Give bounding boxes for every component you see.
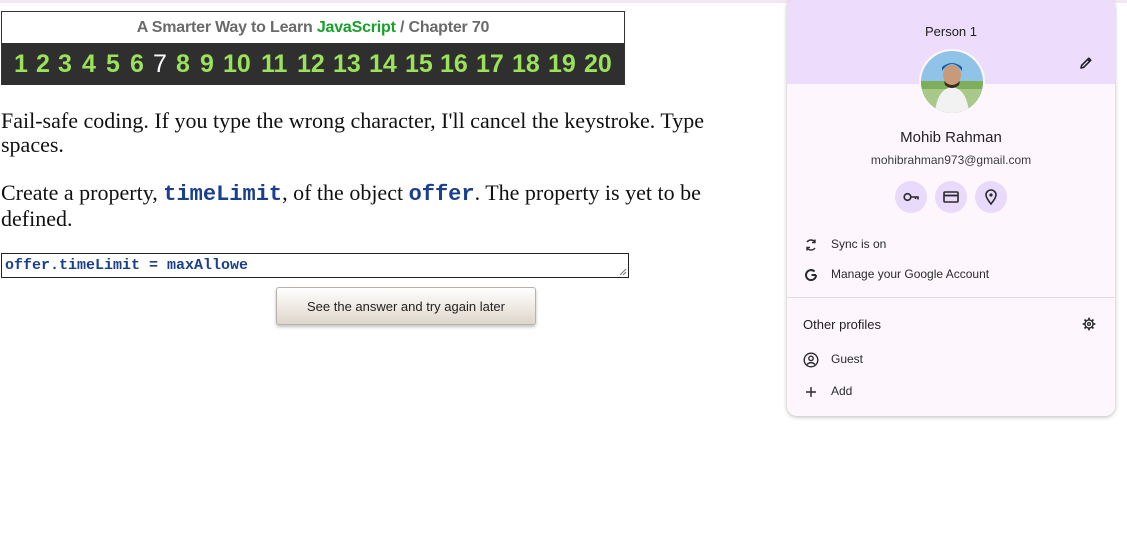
chapter-link-17[interactable]: 17	[476, 49, 504, 79]
divider	[787, 297, 1115, 298]
plus-icon	[806, 387, 816, 397]
chapter-link-7[interactable]: 7	[153, 49, 167, 79]
pencil-icon[interactable]	[1078, 55, 1094, 71]
chapter-link-18[interactable]: 18	[512, 49, 540, 79]
chapter-link-8[interactable]: 8	[176, 49, 190, 79]
chapter-link-20[interactable]: 20	[584, 49, 612, 79]
gear-icon[interactable]	[1082, 317, 1096, 331]
addresses-button[interactable]	[975, 181, 1007, 213]
book-title: A Smarter Way to Learn JavaScript / Chap…	[2, 12, 624, 43]
key-icon	[903, 192, 919, 202]
sync-icon	[806, 239, 816, 251]
guest-icon	[803, 352, 819, 368]
title-prefix: A Smarter Way to Learn	[136, 19, 313, 36]
avatar[interactable]	[919, 49, 985, 115]
chapter-link-2[interactable]: 2	[36, 49, 50, 79]
passwords-button[interactable]	[895, 181, 927, 213]
location-pin-icon	[985, 189, 997, 206]
chapter-link-5[interactable]: 5	[106, 49, 120, 79]
chapter-label: Chapter 70	[408, 19, 490, 36]
chapter-link-9[interactable]: 9	[200, 49, 214, 79]
chapter-link-6[interactable]: 6	[130, 49, 144, 79]
chapter-link-3[interactable]: 3	[58, 49, 72, 79]
avatar-photo	[921, 51, 983, 113]
profile-menu: Person 1 Mohib Rahman mohibrahman973@gma…	[787, 0, 1115, 416]
answer-input-value: offer.timeLimit = maxAllowe	[5, 257, 249, 274]
guest-label: Guest	[831, 352, 864, 366]
chapter-link-1[interactable]: 1	[14, 49, 28, 79]
chapter-header: A Smarter Way to Learn JavaScript / Chap…	[1, 11, 625, 85]
chapter-link-4[interactable]: 4	[82, 49, 96, 79]
chapter-link-14[interactable]: 14	[369, 49, 397, 79]
chapter-link-11[interactable]: 11	[261, 49, 287, 79]
other-profiles-heading: Other profiles	[803, 317, 882, 332]
add-profile-label: Add	[831, 384, 853, 398]
chapter-link-15[interactable]: 15	[405, 49, 433, 79]
sync-label: Sync is on	[831, 237, 887, 251]
payment-methods-button[interactable]	[935, 181, 967, 213]
code-object-name: offer	[408, 182, 475, 207]
chapter-navigation: 1 2 3 4 5 6 7 8 9 10 11 12 13 14 15 16 17 18 19 20	[2, 43, 624, 85]
resize-handle-icon[interactable]	[619, 268, 627, 276]
google-g-icon	[805, 269, 818, 282]
chapter-link-13[interactable]: 13	[333, 49, 361, 79]
chapter-link-12[interactable]: 12	[297, 49, 325, 79]
task-text-2: , of the object	[282, 180, 409, 205]
profile-label: Person 1	[924, 24, 978, 39]
chapter-link-19[interactable]: 19	[548, 49, 576, 79]
manage-account-label: Manage your Google Account	[831, 267, 990, 281]
code-property-name: timeLimit	[163, 182, 283, 207]
profile-full-name: Mohib Rahman	[900, 129, 1002, 146]
title-brand: JavaScript	[316, 19, 396, 36]
task-paragraph: Create a property, timeLimit, of the obj…	[1, 181, 771, 231]
task-text-1: Create a property,	[1, 180, 164, 205]
see-answer-button[interactable]: See the answer and try again later	[276, 287, 536, 325]
chapter-link-16[interactable]: 16	[440, 49, 468, 79]
title-separator: /	[400, 19, 405, 36]
profile-email: mohibrahman973@gmail.com	[870, 153, 1032, 167]
card-icon	[943, 191, 959, 203]
chapter-link-10[interactable]: 10	[223, 49, 251, 79]
answer-input[interactable]: offer.timeLimit = maxAllowe	[1, 253, 629, 278]
instruction-paragraph: Fail-safe coding. If you type the wrong …	[1, 108, 705, 157]
